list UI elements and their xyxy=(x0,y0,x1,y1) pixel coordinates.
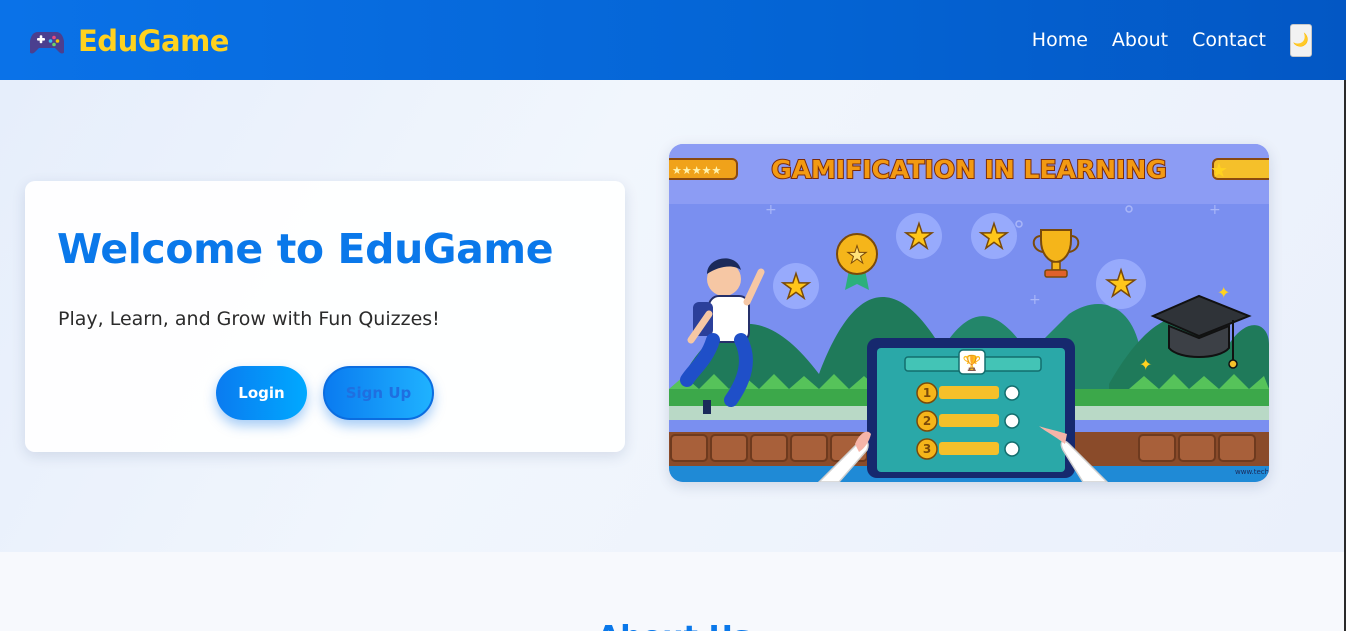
about-section: About Us xyxy=(0,552,1346,631)
svg-text:★: ★ xyxy=(1210,158,1228,182)
svg-text:★: ★ xyxy=(979,217,1009,257)
page-title: Welcome to EduGame xyxy=(57,225,554,273)
welcome-card: Welcome to EduGame Play, Learn, and Grow… xyxy=(25,181,625,452)
svg-text:+: + xyxy=(1209,202,1221,218)
svg-text:★★★★★: ★★★★★ xyxy=(672,164,721,177)
gamification-illustration: + + + ★★★★★ ★ GAMIFICATION IN LEARNING ★… xyxy=(669,144,1269,482)
svg-text:✦: ✦ xyxy=(1139,355,1152,374)
hero-section: Welcome to EduGame Play, Learn, and Grow… xyxy=(0,80,1346,552)
nav-link-home[interactable]: Home xyxy=(1032,29,1088,51)
hero-subtitle: Play, Learn, and Grow with Fun Quizzes! xyxy=(58,308,440,330)
svg-text:2: 2 xyxy=(923,414,931,428)
svg-text:★: ★ xyxy=(781,267,811,307)
svg-text:★: ★ xyxy=(846,241,868,269)
brand-name: EduGame xyxy=(78,24,229,58)
moon-icon: 🌙 xyxy=(1292,32,1310,47)
svg-text:★: ★ xyxy=(1105,264,1137,305)
brand[interactable]: EduGame xyxy=(30,22,229,60)
svg-text:🏆: 🏆 xyxy=(963,354,982,372)
hero-illustration: + + + ★★★★★ ★ GAMIFICATION IN LEARNING ★… xyxy=(669,144,1269,482)
nav-link-contact[interactable]: Contact xyxy=(1192,29,1266,51)
svg-text:1: 1 xyxy=(923,386,931,400)
login-button[interactable]: Login xyxy=(216,366,307,420)
nav-links: Home About Contact 🌙 xyxy=(1032,22,1312,58)
signup-button[interactable]: Sign Up xyxy=(323,366,434,420)
navbar: EduGame Home About Contact 🌙 xyxy=(0,0,1346,80)
svg-text:✦: ✦ xyxy=(1217,283,1230,302)
image-watermark: www.techv xyxy=(1235,468,1269,476)
nav-link-about[interactable]: About xyxy=(1112,29,1168,51)
about-title: About Us xyxy=(597,620,751,631)
gamepad-icon xyxy=(30,32,64,54)
svg-text:★: ★ xyxy=(904,217,934,257)
svg-text:+: + xyxy=(765,202,777,218)
theme-toggle-button[interactable]: 🌙 xyxy=(1290,23,1312,57)
svg-text:+: + xyxy=(1029,292,1041,308)
svg-text:3: 3 xyxy=(923,442,931,456)
banner-text: GAMIFICATION IN LEARNING xyxy=(771,155,1167,184)
